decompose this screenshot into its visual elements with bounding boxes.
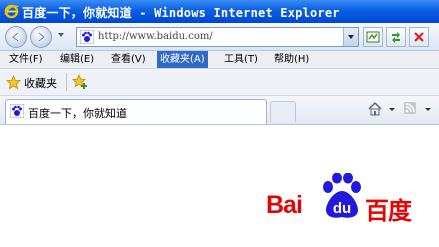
- baidu-favicon-icon: [10, 104, 24, 118]
- feeds-icon[interactable]: [404, 102, 416, 114]
- navigation-bar: http://www.baidu.com/: [0, 23, 439, 51]
- tab-baidu[interactable]: 百度一下，你就知道: [5, 99, 267, 124]
- stop-button[interactable]: [409, 27, 429, 47]
- back-icon: [11, 32, 19, 42]
- new-tab-button[interactable]: [270, 101, 296, 122]
- address-url: http://www.baidu.com/: [98, 31, 213, 42]
- baidu-logo-chinese: 百度: [365, 197, 412, 225]
- title-bar[interactable]: 百度一下，你就知道 - Windows Internet Explorer: [0, 0, 439, 23]
- menu-bar: 文件(F) 编辑(E) 查看(V) 收藏夹(A) 工具(T) 帮助(H): [0, 51, 439, 69]
- home-icon[interactable]: [367, 101, 383, 117]
- baidu-favicon-icon: [80, 30, 94, 44]
- favorites-star-icon[interactable]: [6, 75, 21, 90]
- favorites-divider: [66, 73, 67, 91]
- menu-view[interactable]: 查看(V): [108, 51, 149, 68]
- menu-tools[interactable]: 工具(T): [221, 51, 261, 68]
- menu-help[interactable]: 帮助(H): [271, 51, 312, 68]
- menu-file[interactable]: 文件(F): [6, 51, 46, 68]
- recent-pages-chevron-icon[interactable]: [58, 33, 64, 37]
- tab-label: 百度一下，你就知道: [28, 107, 127, 120]
- favorites-button[interactable]: 收藏夹: [24, 75, 57, 91]
- address-dropdown-button[interactable]: [343, 28, 358, 46]
- home-dropdown-chevron-down-icon[interactable]: [389, 108, 395, 111]
- feeds-dropdown-chevron-down-icon[interactable]: [425, 108, 431, 111]
- compatibility-view-button[interactable]: [363, 27, 383, 47]
- menu-favorites[interactable]: 收藏夹(A): [157, 51, 208, 68]
- refresh-button[interactable]: [386, 27, 406, 47]
- baidu-logo-du: du: [333, 200, 351, 217]
- ie-logo-icon: [4, 4, 19, 19]
- page-content: Bai du 百度: [0, 125, 439, 247]
- forward-icon: [38, 32, 46, 42]
- menu-edit[interactable]: 编辑(E): [57, 51, 97, 68]
- window-title: 百度一下，你就知道 - Windows Internet Explorer: [22, 6, 340, 20]
- address-bar[interactable]: http://www.baidu.com/: [76, 27, 359, 47]
- compat-icon: [366, 31, 380, 43]
- refresh-icon: [392, 32, 400, 43]
- add-to-favorites-icon[interactable]: [72, 74, 89, 90]
- forward-button[interactable]: [30, 26, 52, 48]
- baidu-paw-icon: du: [323, 173, 361, 218]
- baidu-logo-latin: Bai: [266, 191, 303, 219]
- back-button[interactable]: [5, 26, 27, 48]
- favorites-bar: 收藏夹: [0, 69, 439, 96]
- tab-bar: 百度一下，你就知道: [0, 96, 439, 125]
- stop-icon: [414, 32, 424, 42]
